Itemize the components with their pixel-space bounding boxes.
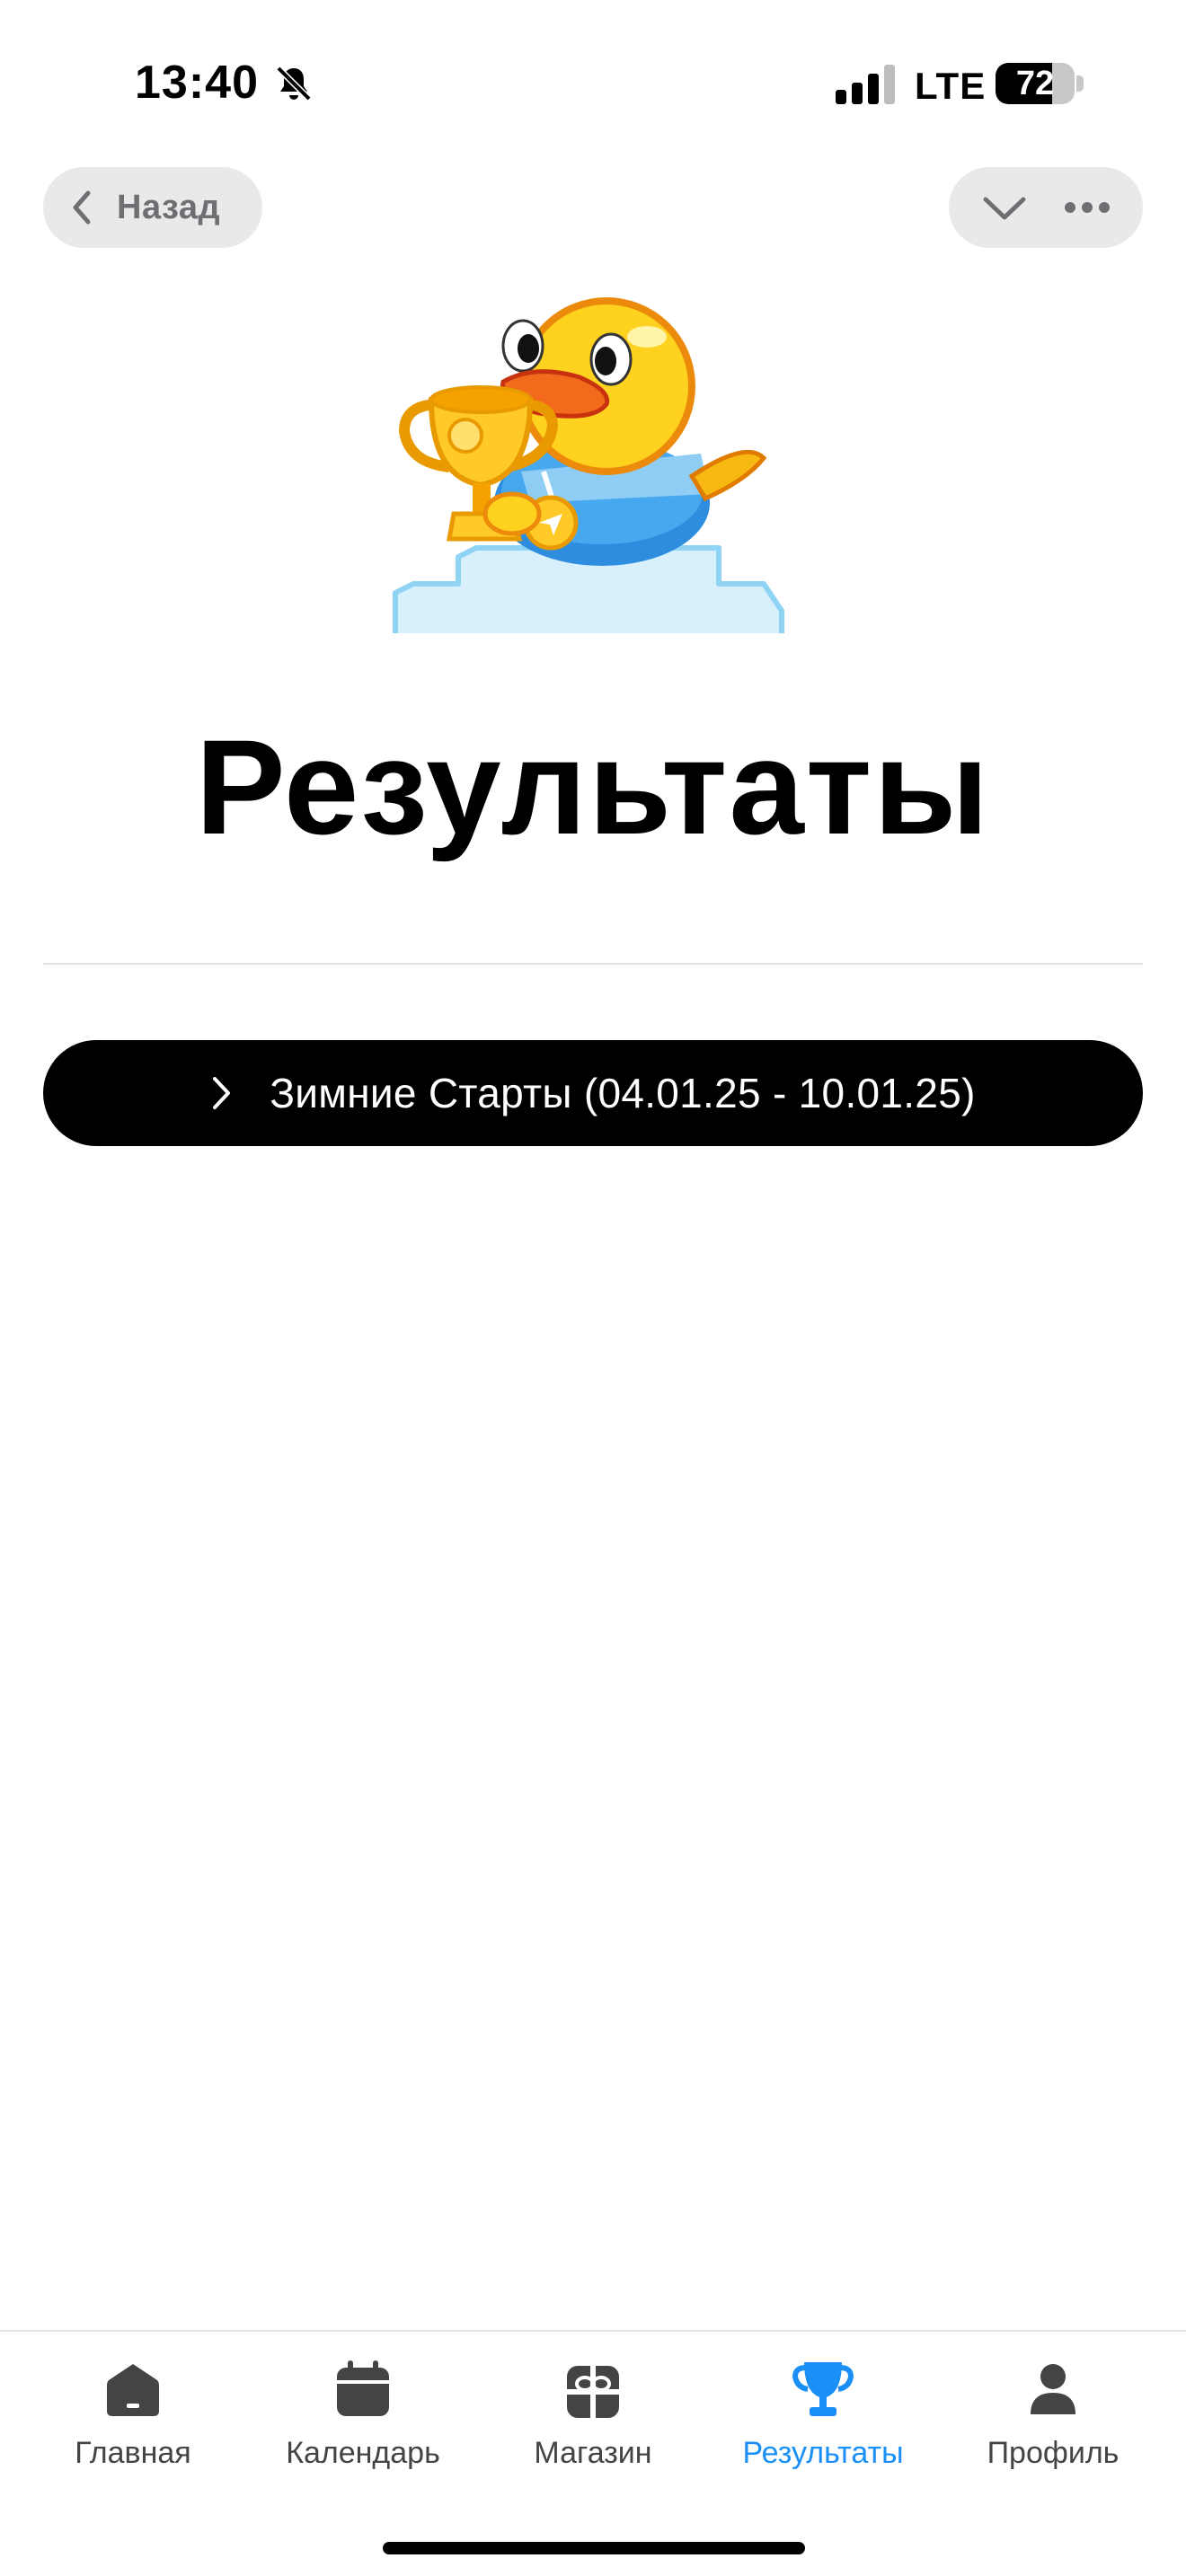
more-button[interactable]: [1051, 176, 1123, 239]
back-button[interactable]: Назад: [43, 167, 262, 248]
tab-label: Магазин: [534, 2436, 652, 2470]
page-title: Результаты: [195, 711, 991, 862]
tab-profile[interactable]: Профиль: [945, 2359, 1161, 2493]
more-dots-icon: [1065, 202, 1110, 213]
header-actions: [949, 167, 1143, 248]
tab-label: Результаты: [742, 2436, 904, 2470]
status-time: 13:40: [135, 57, 259, 109]
muted-bell-icon: [276, 66, 312, 101]
event-item-winter-starts[interactable]: Зимние Старты (04.01.25 - 10.01.25): [43, 1040, 1143, 1146]
collapse-button[interactable]: [969, 176, 1040, 239]
network-type: LTE: [915, 65, 987, 107]
back-label: Назад: [117, 188, 221, 226]
person-icon: [1031, 2364, 1075, 2414]
battery-cap: [1076, 75, 1084, 92]
battery-indicator: 72: [996, 63, 1075, 104]
chevron-down-icon: [983, 197, 1026, 220]
cellular-signal-icon: [836, 65, 895, 104]
tab-bar: Главная Календарь Магазин Результаты Про…: [0, 2332, 1186, 2576]
tab-results[interactable]: Результаты: [715, 2359, 931, 2493]
home-icon: [107, 2364, 159, 2416]
tab-label: Главная: [75, 2436, 191, 2470]
gift-icon: [567, 2366, 619, 2418]
trophy-icon: [792, 2362, 854, 2416]
tab-label: Календарь: [286, 2436, 440, 2470]
tab-label: Профиль: [987, 2436, 1120, 2470]
tab-home[interactable]: Главная: [25, 2359, 241, 2493]
home-indicator: [383, 2542, 805, 2554]
duck-trophy-illustration: [393, 297, 784, 633]
event-label: Зимние Старты (04.01.25 - 10.01.25): [270, 1070, 976, 1116]
tab-calendar[interactable]: Календарь: [255, 2359, 471, 2493]
battery-percent: 72: [1015, 65, 1055, 102]
chevron-left-icon: [73, 190, 91, 225]
divider: [43, 963, 1143, 965]
tab-shop[interactable]: Магазин: [485, 2359, 701, 2493]
results-screen: 13:40 LTE 72 Назад Результаты Зимние Ста…: [0, 0, 1186, 2576]
calendar-icon: [337, 2360, 389, 2416]
chevron-right-icon: [213, 1077, 231, 1109]
